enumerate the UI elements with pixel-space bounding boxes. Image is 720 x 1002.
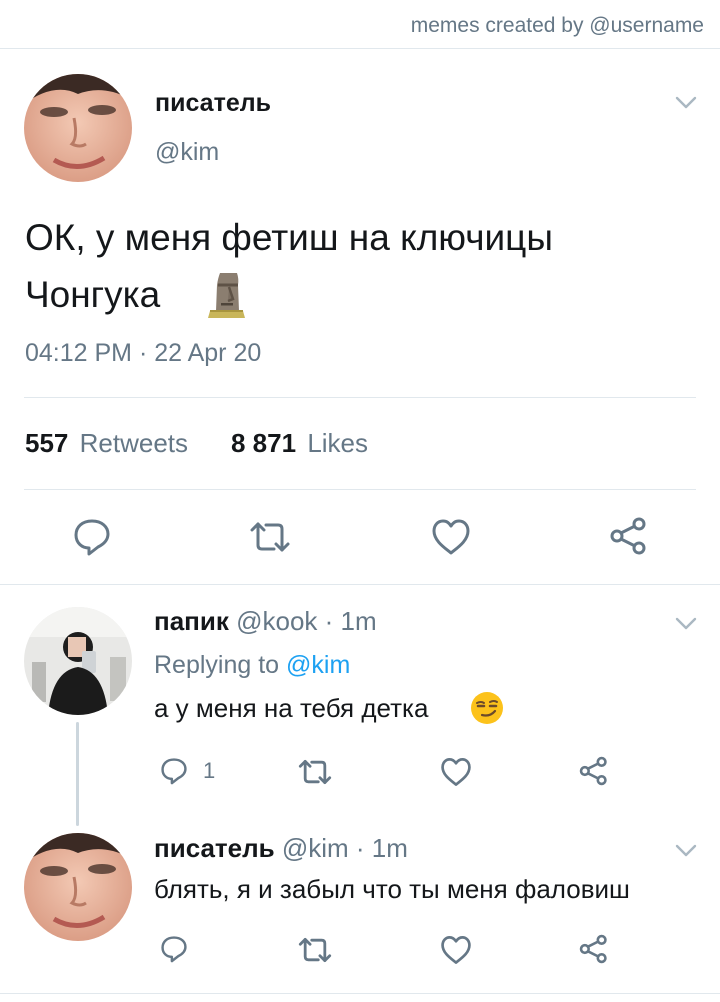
handle[interactable]: @kook bbox=[236, 606, 317, 636]
reply-icon[interactable] bbox=[159, 934, 189, 964]
display-name[interactable]: папик bbox=[154, 606, 229, 636]
share-icon[interactable] bbox=[578, 755, 610, 787]
retweet-icon[interactable] bbox=[297, 757, 333, 787]
likes-label: Likes bbox=[307, 428, 369, 458]
handle[interactable]: @kim bbox=[155, 138, 219, 167]
display-name[interactable]: писатель bbox=[154, 833, 275, 863]
reply-icon[interactable] bbox=[159, 756, 189, 786]
watermark: memes created by @username bbox=[410, 14, 704, 37]
divider bbox=[24, 397, 696, 398]
divider bbox=[24, 489, 696, 490]
chevron-down-icon[interactable] bbox=[673, 837, 699, 863]
share-icon[interactable] bbox=[608, 515, 650, 557]
like-icon[interactable] bbox=[440, 757, 472, 787]
replying-prefix: Replying to bbox=[154, 651, 280, 679]
divider bbox=[0, 48, 720, 49]
share-icon[interactable] bbox=[578, 933, 610, 965]
likes-stat[interactable]: 8 871 Likes bbox=[231, 428, 368, 459]
reply-text: а у меня на тебя детка bbox=[154, 693, 429, 723]
chevron-down-icon[interactable] bbox=[673, 610, 699, 636]
retweet-icon[interactable] bbox=[297, 935, 333, 965]
like-icon[interactable] bbox=[431, 518, 471, 556]
tweet-text-line2: Чонгука bbox=[25, 274, 161, 315]
replying-to: Replying to @kim bbox=[154, 651, 350, 680]
retweets-count: 557 bbox=[25, 428, 69, 458]
retweets-stat[interactable]: 557 Retweets bbox=[25, 428, 188, 459]
thread-line bbox=[76, 722, 79, 826]
reply-header: писатель @kim · 1m bbox=[154, 833, 408, 864]
reply-time: · 1m bbox=[324, 606, 377, 636]
replying-to-link[interactable]: @kim bbox=[286, 651, 350, 679]
handle[interactable]: @kim bbox=[282, 833, 349, 863]
display-name[interactable]: писатель bbox=[155, 89, 271, 118]
avatar[interactable] bbox=[24, 74, 132, 182]
reply-time: · 1m bbox=[355, 833, 408, 863]
reply-icon[interactable] bbox=[71, 516, 113, 558]
retweet-icon[interactable] bbox=[248, 519, 292, 555]
likes-count: 8 871 bbox=[231, 428, 297, 458]
chevron-down-icon[interactable] bbox=[673, 89, 699, 115]
reply-header: папик @kook · 1m bbox=[154, 606, 377, 637]
like-icon[interactable] bbox=[440, 935, 472, 965]
divider bbox=[0, 584, 720, 585]
avatar[interactable] bbox=[24, 607, 132, 715]
reply-count: 1 bbox=[203, 758, 216, 783]
moai-emoji bbox=[208, 273, 245, 318]
retweets-label: Retweets bbox=[79, 428, 189, 458]
divider bbox=[0, 993, 720, 994]
tweet-text-line1: ОК, у меня фетиш на ключицы bbox=[25, 217, 553, 258]
smirk-emoji bbox=[471, 692, 503, 724]
timestamp: 04:12 PM · 22 Apr 20 bbox=[25, 339, 262, 367]
avatar[interactable] bbox=[24, 833, 132, 941]
reply-text: блять, я и забыл что ты меня фаловиш bbox=[154, 874, 630, 904]
